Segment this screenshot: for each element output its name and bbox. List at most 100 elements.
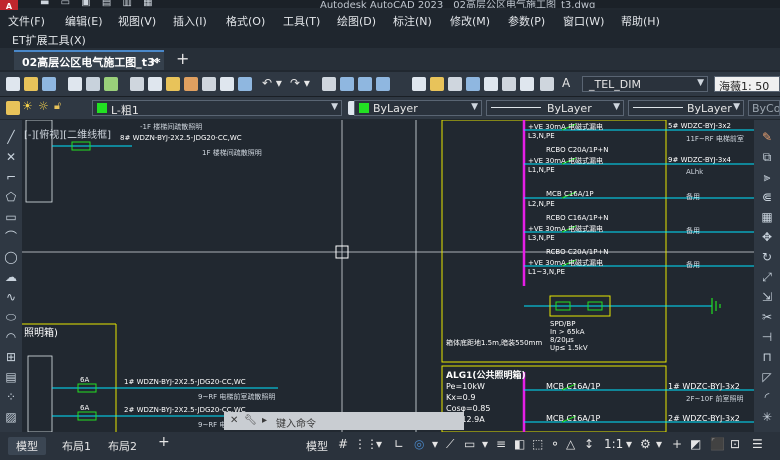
viewport-label[interactable]: [-][俯视][二维线框] [24, 126, 111, 141]
table-icon[interactable] [520, 77, 534, 91]
rectangle-icon[interactable]: ▭ [4, 210, 18, 224]
properties-icon[interactable] [412, 77, 426, 91]
clipboard-icon[interactable] [220, 77, 234, 91]
insert-block-icon[interactable]: ⊞ [4, 350, 18, 364]
command-line[interactable]: ✕ 🔧︎ ▸ 键入命令 [224, 412, 464, 430]
layer-properties-icon[interactable] [6, 101, 20, 115]
zoom-previous-icon[interactable] [376, 77, 390, 91]
gear-icon[interactable]: ⚙ [640, 437, 651, 451]
menu-window[interactable]: 窗口(W) [563, 13, 604, 29]
selection-cycling-icon[interactable]: ⬚ [532, 437, 543, 451]
plot-icon[interactable] [68, 77, 82, 91]
color-select[interactable]: ByLayer ▼ [354, 100, 482, 116]
ortho-icon[interactable]: ∟ [394, 437, 404, 451]
zoom-window-icon[interactable] [358, 77, 372, 91]
hardware-accel-icon[interactable]: ⬛ [710, 437, 725, 451]
preview-icon[interactable] [86, 77, 100, 91]
menu-modify[interactable]: 修改(M) [450, 13, 490, 29]
open-icon[interactable] [24, 77, 38, 91]
cut-icon[interactable] [130, 77, 144, 91]
osnap-icon[interactable]: ▭ [464, 437, 475, 451]
pan-icon[interactable] [322, 77, 336, 91]
new-icon[interactable] [6, 77, 20, 91]
isolate-icon[interactable]: ◩ [690, 437, 701, 451]
drawing-canvas[interactable]: [-][俯视][二维线框] -1F 楼梯间疏散照明 8# WDZN-BYJ-2X… [22, 120, 754, 432]
osnap-dropdown-icon[interactable]: ▾ [482, 437, 488, 451]
menu-draw[interactable]: 绘图(D) [337, 13, 376, 29]
close-icon[interactable]: × [150, 54, 159, 67]
point-icon[interactable]: ⁘ [4, 390, 18, 404]
menu-params[interactable]: 参数(P) [508, 13, 545, 29]
menu-view[interactable]: 视图(V) [118, 13, 156, 29]
make-block-icon[interactable]: ▤ [4, 370, 18, 384]
zoom-realtime-icon[interactable] [340, 77, 354, 91]
freeze-icon[interactable]: ☼ [38, 99, 49, 113]
block-editor-icon[interactable] [202, 77, 216, 91]
clean-screen-icon[interactable]: ⊡ [730, 437, 740, 451]
dimstyle-select[interactable]: _TEL_DIM ▼ [582, 76, 708, 92]
menu-edit[interactable]: 编辑(E) [65, 13, 103, 29]
grid-icon[interactable]: # [338, 437, 348, 451]
hatch-icon[interactable]: ▨ [4, 410, 18, 424]
rotate-icon[interactable]: ↻ [760, 250, 774, 264]
menu-format[interactable]: 格式(O) [226, 13, 265, 29]
spline-icon[interactable]: ∿ [4, 290, 18, 304]
polyline-icon[interactable]: ⌐ [4, 170, 18, 184]
menu-insert[interactable]: 插入(I) [173, 13, 207, 29]
add-layout-icon[interactable]: + [158, 434, 170, 450]
linetype-select[interactable]: ByLayer ▼ [486, 100, 624, 116]
circle-icon[interactable]: ◯ [4, 250, 18, 264]
plus-icon[interactable]: + [672, 437, 682, 451]
scale-select[interactable]: 海薇1: 50 [714, 76, 780, 92]
line-icon[interactable]: ╱ [4, 130, 18, 144]
transparency-icon[interactable]: ◧ [514, 437, 525, 451]
menu-tools[interactable]: 工具(T) [283, 13, 320, 29]
tab-layout2[interactable]: 布局2 [108, 438, 137, 454]
annotation-icon[interactable]: ⚬ [550, 437, 560, 451]
annotation-visibility-icon[interactable]: △ [566, 437, 575, 451]
arc-icon[interactable]: ⌒ [4, 230, 18, 244]
menu-dimension[interactable]: 标注(N) [393, 13, 432, 29]
undo-icon[interactable]: ↶ ▾ [262, 76, 282, 90]
construction-line-icon[interactable]: ✕ [4, 150, 18, 164]
markup-icon[interactable] [484, 77, 498, 91]
snap-icon[interactable]: ⋮⋮ [354, 437, 378, 451]
lineweight-select[interactable]: ByLayer ▼ [628, 100, 744, 116]
tab-model[interactable]: 模型 [8, 437, 46, 455]
revcloud-icon[interactable]: ☁ [4, 270, 18, 284]
menu-help[interactable]: 帮助(H) [621, 13, 660, 29]
close-icon[interactable]: ✕ [230, 415, 238, 426]
match-properties-icon[interactable] [184, 77, 198, 91]
auto-scale-icon[interactable]: ↕ [584, 437, 594, 451]
fillet-icon[interactable]: ◜ [760, 390, 774, 404]
polygon-icon[interactable]: ⬠ [4, 190, 18, 204]
lineweight-toggle-icon[interactable]: ≡ [496, 437, 506, 451]
sun-icon[interactable]: ☀ [22, 99, 33, 113]
redo-icon[interactable]: ↷ ▾ [290, 76, 310, 90]
chamfer-icon[interactable]: ◸ [760, 370, 774, 384]
layer-select[interactable]: L-粗1 ▼ [92, 100, 342, 116]
stretch-icon[interactable]: ⇲ [760, 290, 774, 304]
workspace-dropdown-icon[interactable]: ▾ [656, 437, 662, 451]
ellipse-icon[interactable]: ⬭ [4, 310, 18, 324]
extend-icon[interactable]: ⊣ [760, 330, 774, 344]
save-icon[interactable] [42, 77, 56, 91]
quick-access-icons[interactable]: ▬ ▭ ▣ ▤ ▥ ▦ [40, 0, 157, 8]
isodraft-icon[interactable]: ⟋ [446, 437, 454, 452]
wrench-icon[interactable]: 🔧︎ [244, 415, 257, 426]
sheet-set-icon[interactable] [466, 77, 480, 91]
trim-icon[interactable]: ✂ [760, 310, 774, 324]
polar-icon[interactable]: ◎ [414, 437, 424, 451]
model-space-button[interactable]: 模型 [306, 438, 328, 454]
command-input[interactable]: 键入命令 [276, 415, 316, 430]
snap-dropdown-icon[interactable]: ▾ [376, 437, 382, 451]
paste-block-icon[interactable] [238, 77, 252, 91]
array-icon[interactable]: ▦ [760, 210, 774, 224]
menu-express-tools[interactable]: ET扩展工具(X) [12, 32, 86, 48]
mirror-icon[interactable]: ⫸ [760, 170, 774, 184]
text-style-icon[interactable] [540, 77, 554, 91]
break-icon[interactable]: ⊓ [760, 350, 774, 364]
copy-object-icon[interactable]: ⧉ [760, 150, 774, 164]
scale-icon[interactable]: ⤢ [760, 270, 774, 284]
design-center-icon[interactable] [430, 77, 444, 91]
